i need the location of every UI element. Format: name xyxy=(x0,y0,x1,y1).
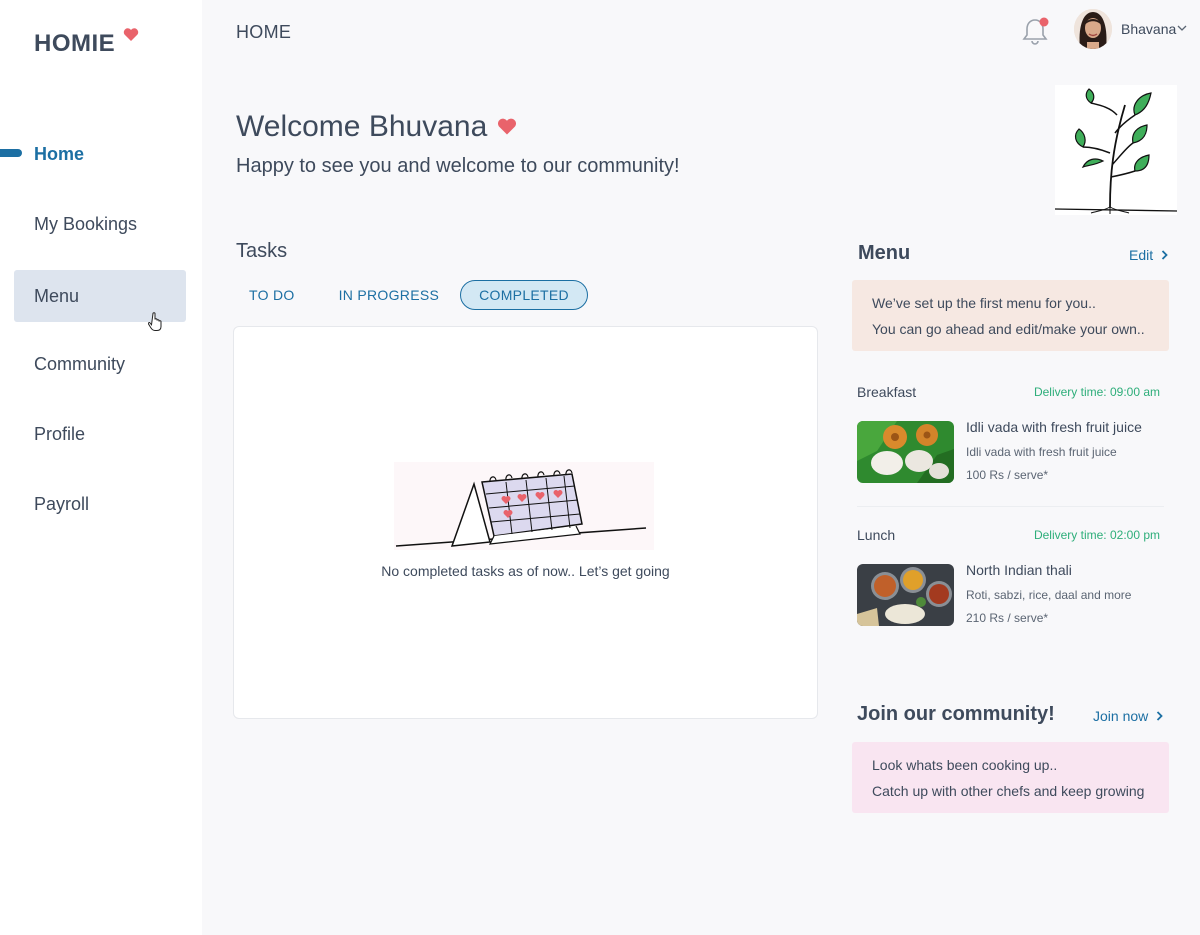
welcome-heading: Welcome Bhuvana xyxy=(236,110,517,144)
page-title: HOME xyxy=(236,22,292,42)
community-note-line: Catch up with other chefs and keep growi… xyxy=(872,783,1145,799)
menu-note-line: You can go ahead and edit/make your own.… xyxy=(872,321,1145,337)
meal-label-lunch: Lunch xyxy=(857,527,896,543)
menu-info-note: We’ve set up the first menu for you.. Yo… xyxy=(852,280,1169,351)
notification-dot xyxy=(1039,17,1049,27)
sidebar-item-profile[interactable]: Profile xyxy=(14,408,186,460)
sidebar: HOMIE Home My Bookings Menu Community Pr… xyxy=(0,0,202,935)
dish-description-lunch: Roti, sabzi, rice, daal and more xyxy=(966,588,1132,602)
join-now-label: Join now xyxy=(1093,708,1149,724)
chevron-right-icon xyxy=(1161,250,1168,260)
tasks-card: No completed tasks as of now.. Let’s get… xyxy=(233,326,818,719)
menu-title: Menu xyxy=(858,242,911,264)
sidebar-item-label: Payroll xyxy=(34,493,90,514)
edit-label: Edit xyxy=(1129,247,1154,263)
sidebar-item-community[interactable]: Community xyxy=(14,338,186,390)
delivery-time-lunch: Delivery time: 02:00 pm xyxy=(1033,528,1160,542)
community-info-note: Look whats been cooking up.. Catch up wi… xyxy=(852,742,1169,813)
tasks-title: Tasks xyxy=(236,240,288,262)
hand-cursor-icon xyxy=(148,312,162,331)
sidebar-item-payroll[interactable]: Payroll xyxy=(14,478,186,530)
tasks-tabs: TO DO IN PROGRESS COMPLETED xyxy=(236,280,588,310)
welcome-title: Welcome Bhuvana xyxy=(236,110,488,143)
join-now-link[interactable]: Join now xyxy=(1093,708,1164,724)
meal-label-breakfast: Breakfast xyxy=(857,384,917,400)
edit-menu-link[interactable]: Edit xyxy=(1129,247,1168,263)
bell-icon[interactable] xyxy=(1021,15,1051,47)
divider xyxy=(857,506,1164,507)
tab-in-progress[interactable]: IN PROGRESS xyxy=(326,280,453,310)
heart-icon xyxy=(123,28,139,41)
user-name[interactable]: Bhavana xyxy=(1121,21,1176,37)
sidebar-item-label: Menu xyxy=(34,285,80,306)
tab-completed[interactable]: COMPLETED xyxy=(460,280,588,310)
sidebar-item-my-bookings[interactable]: My Bookings xyxy=(14,198,186,250)
logo-text: HOMIE xyxy=(34,30,116,57)
sidebar-item-label: Profile xyxy=(34,423,86,444)
dish-name-lunch: North Indian thali xyxy=(966,562,1072,578)
chevron-right-icon xyxy=(1157,711,1164,721)
community-title: Join our community! xyxy=(857,703,1055,725)
dish-image-thali[interactable] xyxy=(857,564,954,626)
dish-price-lunch: 210 Rs / serve* xyxy=(966,611,1049,625)
plant-illustration xyxy=(1054,85,1178,215)
sidebar-item-home[interactable]: Home xyxy=(14,128,186,180)
dish-image-idli-vada[interactable] xyxy=(857,421,954,483)
tab-todo[interactable]: TO DO xyxy=(236,280,308,310)
avatar[interactable] xyxy=(1074,9,1112,49)
logo[interactable]: HOMIE xyxy=(34,28,139,58)
dish-price-breakfast: 100 Rs / serve* xyxy=(966,468,1049,482)
menu-note-line: We’ve set up the first menu for you.. xyxy=(872,295,1096,311)
calendar-illustration xyxy=(394,462,654,559)
sidebar-item-label: Community xyxy=(34,353,126,374)
heart-icon xyxy=(498,118,517,135)
delivery-time-breakfast: Delivery time: 09:00 am xyxy=(1033,385,1160,399)
dish-name-breakfast: Idli vada with fresh fruit juice xyxy=(966,419,1142,435)
sidebar-item-label: Home xyxy=(34,143,85,164)
empty-state-message: No completed tasks as of now.. Let’s get… xyxy=(381,563,670,579)
chevron-down-icon[interactable] xyxy=(1177,24,1187,32)
sidebar-item-label: My Bookings xyxy=(34,213,138,234)
dish-description-breakfast: Idli vada with fresh fruit juice xyxy=(966,445,1117,459)
welcome-subtitle: Happy to see you and welcome to our comm… xyxy=(236,155,680,177)
community-note-line: Look whats been cooking up.. xyxy=(872,757,1058,773)
